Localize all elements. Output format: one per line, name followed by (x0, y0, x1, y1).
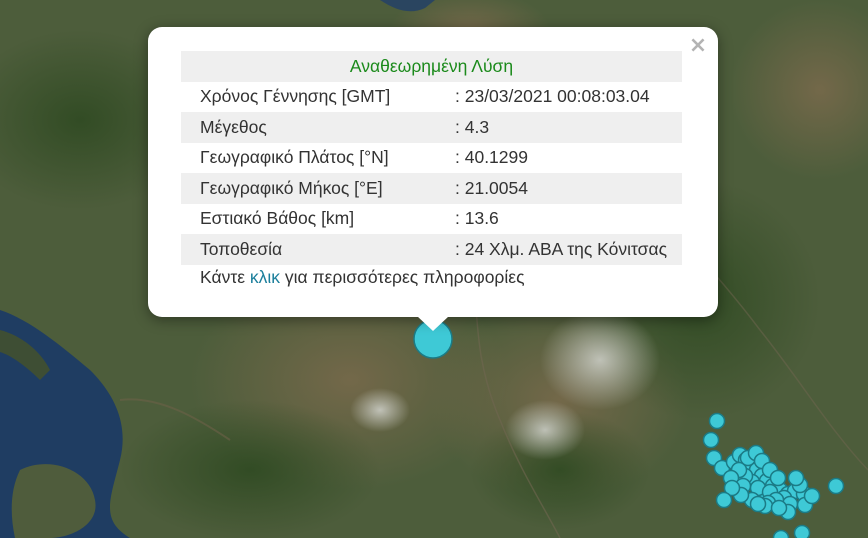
earthquake-marker[interactable] (787, 469, 805, 487)
location-value: : 24 Χλμ. ΑΒΑ της Κόνιτσας (438, 234, 682, 265)
earthquake-marker[interactable] (770, 499, 788, 517)
earthquake-marker[interactable] (827, 477, 845, 495)
origin-time-value: : 23/03/2021 00:08:03.04 (455, 86, 650, 107)
magnitude-value: : 4.3 (438, 112, 682, 143)
magnitude-label: Μέγεθος (181, 112, 438, 143)
info-row-origin-time: Χρόνος Γέννησης [GMT] : 23/03/2021 00:08… (181, 82, 682, 113)
close-icon[interactable]: × (684, 33, 712, 59)
longitude-label: Γεωγραφικό Μήκος [°E] (181, 173, 438, 204)
more-info-link[interactable]: κλικ (250, 267, 280, 287)
info-row-depth: Εστιακό Βάθος [km] : 13.6 (181, 204, 682, 235)
earthquake-marker[interactable] (715, 491, 733, 509)
popup-title-row: Αναθεωρημένη Λύση (181, 51, 682, 82)
more-info-prefix: Κάντε (200, 267, 250, 287)
earthquake-marker[interactable] (803, 487, 821, 505)
earthquake-marker[interactable] (702, 431, 720, 449)
earthquake-info-table: Αναθεωρημένη Λύση Χρόνος Γέννησης [GMT] … (181, 51, 682, 265)
location-label: Τοποθεσία (181, 234, 438, 265)
info-row-longitude: Γεωγραφικό Μήκος [°E] : 21.0054 (181, 173, 682, 204)
origin-time-label: Χρόνος Γέννησης [GMT] (200, 86, 391, 107)
more-info-line: Κάντε κλικ για περισσότερες πληροφορίες (200, 267, 525, 288)
earthquake-marker[interactable] (769, 469, 787, 487)
depth-label: Εστιακό Βάθος [km] (200, 208, 355, 229)
info-row-latitude: Γεωγραφικό Πλάτος [°N] : 40.1299 (181, 143, 682, 174)
info-row-magnitude: Μέγεθος : 4.3 (181, 112, 682, 143)
earthquake-marker[interactable] (793, 524, 811, 538)
latitude-label: Γεωγραφικό Πλάτος [°N] (200, 147, 389, 168)
earthquake-marker[interactable] (749, 495, 767, 513)
longitude-value: : 21.0054 (438, 173, 682, 204)
depth-value: : 13.6 (455, 208, 499, 229)
more-info-suffix: για περισσότερες πληροφορίες (280, 267, 525, 287)
earthquake-marker[interactable] (708, 412, 726, 430)
popup-title: Αναθεωρημένη Λύση (181, 51, 682, 82)
info-row-location: Τοποθεσία : 24 Χλμ. ΑΒΑ της Κόνιτσας (181, 234, 682, 265)
popup-tip (417, 316, 449, 331)
latitude-value: : 40.1299 (455, 147, 528, 168)
